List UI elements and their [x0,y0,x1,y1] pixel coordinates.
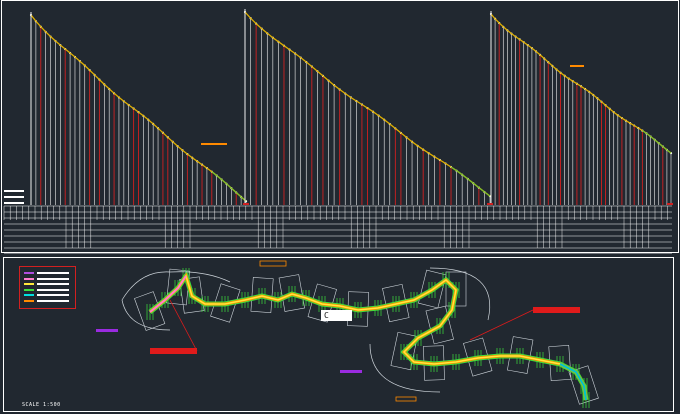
boundary-arc [121,271,231,301]
cyan-line-icon [24,294,34,296]
legend-text-bar [37,294,69,296]
table-header-block [4,202,24,204]
yellow-line-icon [24,283,34,285]
table-header-block [4,196,24,198]
red-annotation-box-left[interactable] [150,348,197,354]
cad-drawing-canvas[interactable] [0,0,680,414]
profile-end-marker [667,203,673,205]
legend-text-bar [37,288,69,291]
red-annotation-box-right[interactable] [533,307,580,313]
drawing-scale-label: SCALE 1:500 [22,402,61,408]
orange-line-icon [24,299,34,302]
leader-line [469,309,534,341]
table-header-block [4,190,24,192]
orange-tag [259,260,287,267]
profile-end-marker [487,203,493,205]
profile-callout [201,143,227,145]
legend-text-bar [37,277,69,280]
plan-callout-text: C [324,311,329,320]
legend-text-bar [37,299,69,302]
purple-tag [340,370,362,373]
legend-text-bar [37,283,69,285]
longitudinal-profiles [29,9,673,205]
green-line-icon [24,288,34,291]
purple-tag [96,329,118,332]
pink-line-icon [24,277,34,280]
plan-legend [19,266,76,309]
legend-text-bar [37,272,69,274]
profile-callout [570,65,584,67]
road-plan-view [96,260,599,408]
plan-callout-label[interactable]: C [321,310,352,321]
purple-line-icon [24,272,34,274]
boundary-arc [429,267,491,321]
plan-sheet-frame [3,257,674,412]
orange-tag [395,396,417,402]
profile-end-marker [243,203,249,205]
road-cyan-segment [559,363,588,401]
